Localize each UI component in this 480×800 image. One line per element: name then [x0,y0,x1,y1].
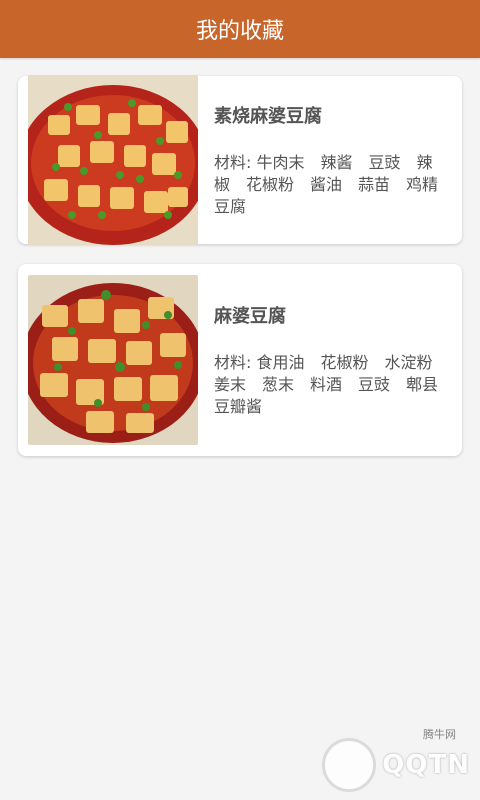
recipe-name: 素烧麻婆豆腐 [214,106,322,127]
app-header: 我的收藏 [0,0,480,58]
favorites-list: 素烧麻婆豆腐 材料: 牛肉末 辣酱 豆豉 辣椒 花椒粉 酱油 蒜苗 鸡精 豆腐 [0,58,480,456]
recipe-ingredients: 材料: 牛肉末 辣酱 豆豉 辣椒 花椒粉 酱油 蒜苗 鸡精 豆腐 [214,153,455,216]
watermark-site-name: 腾牛网 [423,728,456,741]
recipe-photo [28,75,198,245]
favorite-recipe-card[interactable]: 素烧麻婆豆腐 材料: 牛肉末 辣酱 豆豉 辣椒 花椒粉 酱油 蒜苗 鸡精 豆腐 [18,75,462,245]
recipe-ingredients: 材料: 食用油 花椒粉 水淀粉 姜末 葱末 料酒 豆豉 郫县豆瓣酱 [214,353,449,416]
page-title: 我的收藏 [195,19,284,44]
recipe-info: 素烧麻婆豆腐 材料: 牛肉末 辣酱 豆豉 辣椒 花椒粉 酱油 蒜苗 鸡精 豆腐 [198,102,455,218]
site-watermark: 腾牛网 QQTN [322,728,470,792]
recipe-photo [28,275,198,445]
recipe-name: 麻婆豆腐 [214,306,286,327]
favorite-recipe-card[interactable]: 麻婆豆腐 材料: 食用油 花椒粉 水淀粉 姜末 葱末 料酒 豆豉 郫县豆瓣酱 [18,264,462,456]
qqtn-logo-icon [322,738,377,792]
recipe-info: 麻婆豆腐 材料: 食用油 花椒粉 水淀粉 姜末 葱末 料酒 豆豉 郫县豆瓣酱 [198,302,450,418]
watermark-text: QQTN [382,750,470,780]
